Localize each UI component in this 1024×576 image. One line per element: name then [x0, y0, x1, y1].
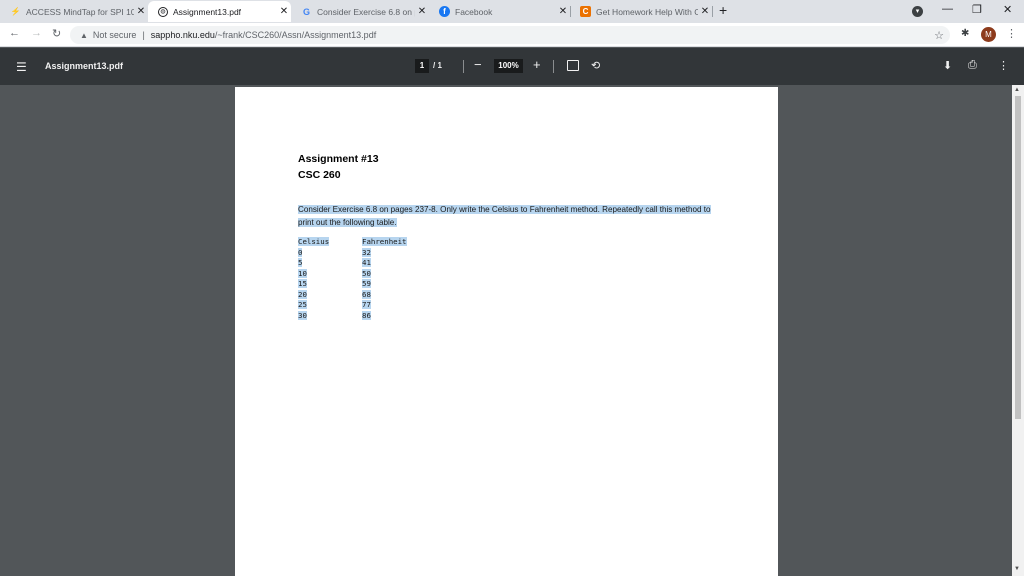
- pdf-file-name: Assignment13.pdf: [45, 61, 124, 71]
- tab-title: Consider Exercise 6.8 on pa: [317, 6, 415, 17]
- address-bar[interactable]: ▲ Not secure | sappho.nku.edu/~frank/CSC…: [70, 26, 950, 44]
- zoom-input[interactable]: 100%: [494, 59, 523, 73]
- fahrenheit-cell: 86: [362, 310, 371, 320]
- browser-toolbar: ← → ↻ ▲ Not secure | sappho.nku.edu/~fra…: [0, 23, 1024, 47]
- pdf-toolbar: ☰ Assignment13.pdf 1 / 1 − 100% + ⟲ ⬇ ⎙ …: [0, 48, 1024, 85]
- tab-title: Get Homework Help With C: [596, 6, 698, 17]
- page-number-input[interactable]: 1: [415, 59, 429, 73]
- close-icon[interactable]: ✕: [415, 6, 429, 17]
- celsius-cell: 5: [298, 258, 303, 267]
- security-label[interactable]: Not secure: [93, 30, 137, 40]
- new-tab-button[interactable]: +: [719, 2, 727, 18]
- print-icon[interactable]: ⎙: [968, 59, 977, 72]
- zoom-out-button[interactable]: −: [474, 57, 482, 72]
- tab-assignment13[interactable]: ◍ Assignment13.pdf ✕: [148, 1, 291, 22]
- assignment-title: Assignment #13: [298, 153, 379, 165]
- instructions-text: Consider Exercise 6.8 on pages 237-8. On…: [298, 204, 718, 229]
- temperature-table: Celsius Fahrenheit 0 32 5 41 10 50 15 59 20 68 25 77…: [298, 237, 407, 321]
- table-row: 10 50: [298, 268, 407, 280]
- tab-divider: [570, 6, 571, 17]
- tab-divider: [712, 6, 713, 17]
- url-host: sappho.nku.edu: [150, 30, 215, 40]
- more-actions-icon[interactable]: ⋮: [998, 59, 1009, 72]
- lightning-icon: ⚡: [10, 7, 21, 16]
- fahrenheit-cell: 77: [362, 300, 371, 309]
- maximize-icon[interactable]: ❐: [972, 3, 982, 16]
- table-row: 25 77: [298, 300, 407, 311]
- toolbar-divider: [553, 60, 554, 73]
- tab-mindtap[interactable]: ⚡ ACCESS MindTap for SPI 10 ✕: [0, 1, 148, 22]
- close-icon[interactable]: ✕: [698, 6, 712, 17]
- extensions-puzzle-icon[interactable]: ✱: [961, 28, 969, 39]
- column-header: Fahrenheit: [362, 237, 407, 246]
- table-row: 5 41: [298, 258, 407, 269]
- fahrenheit-cell: 50: [362, 268, 371, 278]
- page-total: / 1: [433, 61, 442, 70]
- facebook-icon: f: [439, 6, 450, 17]
- table-row: 20 68: [298, 289, 407, 301]
- google-icon: G: [302, 6, 310, 17]
- tab-google-search[interactable]: G Consider Exercise 6.8 on pa ✕: [291, 1, 429, 22]
- forward-icon[interactable]: →: [31, 27, 42, 39]
- back-icon[interactable]: ←: [9, 27, 20, 39]
- celsius-cell: 0: [298, 247, 303, 257]
- chegg-icon: C: [580, 6, 591, 17]
- bookmark-star-icon[interactable]: ☆: [934, 29, 944, 42]
- column-header: Celsius: [298, 237, 330, 246]
- fahrenheit-cell: 32: [362, 247, 371, 257]
- instructions-highlight: Consider Exercise 6.8 on pages 237-8. On…: [298, 205, 711, 227]
- tab-title: ACCESS MindTap for SPI 10: [26, 6, 134, 17]
- table-header-row: Celsius Fahrenheit: [298, 237, 407, 248]
- fahrenheit-cell: 59: [362, 279, 371, 288]
- fahrenheit-cell: 41: [362, 258, 371, 267]
- close-icon[interactable]: ✕: [277, 6, 291, 17]
- zoom-in-button[interactable]: +: [533, 57, 541, 72]
- hamburger-menu-icon[interactable]: ☰: [16, 60, 27, 74]
- course-code: CSC 260: [298, 169, 341, 181]
- celsius-cell: 10: [298, 268, 307, 278]
- tab-title: Assignment13.pdf: [173, 6, 242, 17]
- minimize-icon[interactable]: —: [942, 3, 953, 15]
- celsius-cell: 20: [298, 289, 307, 299]
- browser-menu-icon[interactable]: ⋮: [1006, 27, 1017, 40]
- toolbar-divider: [463, 60, 464, 73]
- fit-to-page-icon[interactable]: [567, 60, 579, 71]
- tab-strip: ⚡ ACCESS MindTap for SPI 10 ✕ ◍ Assignme…: [0, 0, 1024, 23]
- scroll-up-icon[interactable]: ▲: [1014, 87, 1020, 93]
- address-divider: |: [142, 30, 145, 40]
- globe-icon: ◍: [158, 6, 168, 17]
- tab-chegg[interactable]: C Get Homework Help With C ✕: [570, 1, 712, 22]
- table-row: 30 86: [298, 310, 407, 322]
- tab-facebook[interactable]: f Facebook ✕: [429, 1, 570, 22]
- celsius-cell: 15: [298, 279, 307, 288]
- warning-icon: ▲: [80, 30, 88, 40]
- download-icon[interactable]: ⬇: [943, 59, 952, 72]
- tab-search-icon[interactable]: ▾: [912, 6, 923, 17]
- tab-title: Facebook: [455, 6, 493, 17]
- pdf-page: Assignment #13 CSC 260 Consider Exercise…: [235, 87, 778, 576]
- url-path: /~frank/CSC260/Assn/Assignment13.pdf: [214, 30, 377, 40]
- window-close-icon[interactable]: ✕: [1003, 3, 1012, 16]
- close-icon[interactable]: ✕: [556, 6, 570, 17]
- scrollbar-thumb[interactable]: [1015, 96, 1021, 419]
- celsius-cell: 25: [298, 300, 307, 309]
- rotate-icon[interactable]: ⟲: [591, 59, 600, 72]
- fahrenheit-cell: 68: [362, 289, 371, 299]
- close-icon[interactable]: ✕: [134, 6, 148, 17]
- avatar[interactable]: M: [981, 27, 996, 42]
- celsius-cell: 30: [298, 310, 307, 320]
- reload-icon[interactable]: ↻: [52, 27, 61, 40]
- table-row: 0 32: [298, 247, 407, 259]
- table-row: 15 59: [298, 279, 407, 290]
- scroll-down-icon[interactable]: ▼: [1014, 566, 1020, 572]
